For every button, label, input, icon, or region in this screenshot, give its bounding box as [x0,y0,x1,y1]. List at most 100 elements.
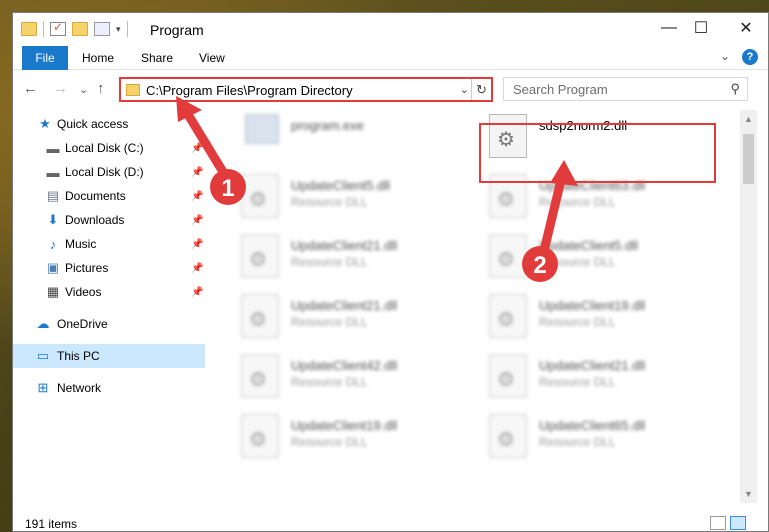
pin-icon[interactable]: 📌 [191,215,203,226]
up-button[interactable]: ↑ [97,80,105,97]
file-type: Resource DLL [291,435,368,449]
sidebar-item-network[interactable]: ⊞ Network [13,376,205,400]
sidebar-item-this-pc[interactable]: ▭ This PC [13,344,205,368]
file-type: Resource DLL [539,195,616,209]
file-item[interactable]: ⚙ UpdateClient21.dll Resource DLL [217,230,457,286]
drive-icon: ▬ [46,140,60,156]
file-name: UpdateClient19.dll [539,298,646,313]
file-item[interactable]: ⚙ UpdateClient42.dll Resource DLL [217,350,457,406]
window-title: Program [150,22,204,38]
close-button[interactable]: ✕ [723,13,769,43]
pin-icon[interactable]: 📌 [191,143,203,154]
dll-file-icon: ⚙ [489,294,527,338]
sidebar-item-label: Documents [65,189,126,203]
file-explorer-window: ▾ Program — ☐ ✕ File Home Share View ⌄ ?… [12,12,769,532]
dll-file-icon: ⚙ [241,174,279,218]
sidebar-item-local-disk-c[interactable]: ▬ Local Disk (C:) 📌 [13,136,205,160]
vertical-scrollbar[interactable]: ▲ ▼ [740,110,757,503]
address-path[interactable]: C:\Program Files\Program Directory [146,83,353,98]
dll-file-icon: ⚙ [241,294,279,338]
pin-icon[interactable]: 📌 [191,287,203,298]
large-icons-view-icon[interactable] [730,516,746,530]
sidebar-item-label: Local Disk (C:) [65,141,144,155]
pictures-icon: ▣ [46,260,60,275]
scrollbar-thumb[interactable] [743,134,754,184]
file-name: UpdateClient19.dll [291,418,398,433]
sidebar-item-label: Network [57,381,102,395]
customize-toolbar-icon[interactable] [94,22,110,36]
tab-view[interactable]: View [199,51,225,65]
details-view-icon[interactable] [710,516,726,530]
sidebar-item-label: This PC [57,349,100,363]
drive-icon: ▬ [46,164,60,180]
search-icon[interactable]: ⚲ [730,81,740,97]
sidebar-item-music[interactable]: ♪ Music 📌 [13,232,205,256]
tab-share[interactable]: Share [141,51,173,65]
file-item[interactable]: ⚙ UpdateClient65.dll Resource DLL [465,410,705,466]
file-item[interactable]: ⚙ UpdateClient5.dll Resource DLL [217,170,457,226]
chevron-down-icon[interactable]: ⌄ [460,83,469,96]
new-folder-icon[interactable] [72,22,88,36]
ribbon-tabs: File Home Share View ⌄ ? [13,46,768,70]
sidebar-item-local-disk-d[interactable]: ▬ Local Disk (D:) 📌 [13,160,205,184]
file-name: UpdateClient21.dll [539,358,646,373]
back-button[interactable]: ← [23,80,38,97]
scroll-up-icon[interactable]: ▲ [744,114,753,124]
network-icon: ⊞ [37,380,49,395]
tab-home[interactable]: Home [82,51,114,65]
dll-file-icon: ⚙ [489,414,527,458]
file-type: Resource DLL [291,375,368,389]
file-item-program-exe[interactable]: program.exe [217,110,457,166]
file-type: Resource DLL [539,315,616,329]
file-name: UpdateClient21.dll [291,298,398,313]
file-item[interactable]: ⚙ UpdateClient21.dll Resource DLL [217,290,457,346]
search-placeholder[interactable]: Search Program [513,82,608,97]
search-input[interactable]: Search Program ⚲ [503,77,748,101]
file-item[interactable]: ⚙ UpdateClient5.dll Resource DLL [465,230,705,286]
sidebar-item-onedrive[interactable]: ☁ OneDrive [13,312,205,336]
address-bar[interactable]: C:\Program Files\Program Directory ⌄ ↻ [119,77,493,102]
cloud-icon: ☁ [36,316,50,331]
pin-icon[interactable]: 📌 [191,263,203,274]
pin-icon[interactable]: 📌 [191,191,203,202]
sidebar-item-videos[interactable]: ▦ Videos 📌 [13,280,205,304]
file-item[interactable]: ⚙ UpdateClient19.dll Resource DLL [217,410,457,466]
videos-icon: ▦ [46,284,60,299]
quick-access-toolbar: ▾ [21,20,128,37]
maximize-button[interactable]: ☐ [678,13,724,43]
file-type: Resource DLL [539,435,616,449]
refresh-button[interactable]: ↻ [471,79,491,100]
file-type: Resource DLL [291,255,368,269]
recent-locations-button[interactable]: ⌄ [79,83,88,96]
title-bar: ▾ Program — ☐ ✕ [13,13,768,46]
ribbon-controls: ⌄ ? [720,49,758,65]
sidebar-item-downloads[interactable]: ⬇ Downloads 📌 [13,208,205,232]
file-type: Resource DLL [291,315,368,329]
properties-icon[interactable] [50,20,66,36]
scroll-down-icon[interactable]: ▼ [744,489,753,499]
help-icon[interactable]: ? [742,49,758,65]
file-item[interactable]: ⚙ UpdateClient21.dll Resource DLL [465,350,705,406]
divider [126,21,128,37]
sidebar-item-label: Local Disk (D:) [65,165,144,179]
divider [43,21,44,37]
sidebar-item-pictures[interactable]: ▣ Pictures 📌 [13,256,205,280]
expand-ribbon-icon[interactable]: ⌄ [720,49,730,65]
dll-file-icon: ⚙ [241,234,279,278]
forward-button[interactable]: → [53,80,68,97]
sidebar-item-label: Downloads [65,213,125,227]
sidebar-item-documents[interactable]: ▤ Documents 📌 [13,184,205,208]
file-name: UpdateClient5.dll [539,238,639,253]
pin-icon[interactable]: 📌 [191,239,203,250]
tab-file[interactable]: File [22,46,68,70]
file-item[interactable]: ⚙ UpdateClient19.dll Resource DLL [465,290,705,346]
pin-icon[interactable]: 📌 [191,167,203,178]
file-name: UpdateClient5.dll [291,178,391,193]
application-icon [245,114,279,144]
star-icon: ★ [39,116,51,131]
sidebar-item-quick-access[interactable]: ★ Quick access [13,112,205,136]
file-type: Resource DLL [539,375,616,389]
highlight-box [479,123,716,183]
documents-icon: ▤ [46,188,60,203]
chevron-down-icon[interactable]: ▾ [116,24,121,35]
